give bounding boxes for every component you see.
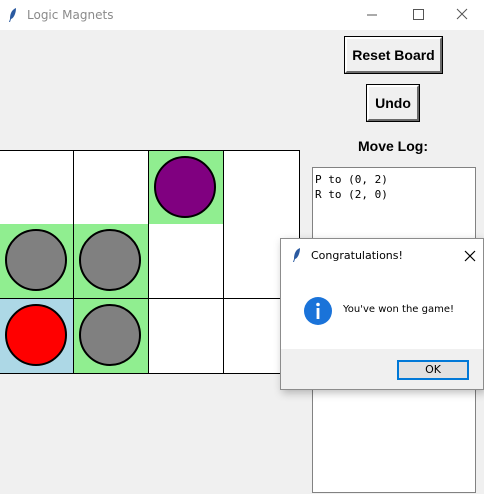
board-cell[interactable] [0, 150, 74, 225]
dialog-title-bar: Congratulations! [281, 239, 483, 271]
board-cell[interactable] [149, 224, 224, 299]
gray-piece[interactable] [5, 229, 67, 291]
info-icon [304, 297, 332, 325]
gray-piece[interactable] [79, 229, 141, 291]
feather-icon [293, 248, 300, 262]
board-cell[interactable] [224, 150, 300, 225]
maximize-button[interactable] [396, 0, 440, 30]
close-button[interactable] [440, 0, 484, 30]
maximize-icon [413, 9, 424, 20]
board-cell[interactable] [74, 224, 149, 299]
window-title: Logic Magnets [27, 8, 114, 22]
reset-board-button[interactable]: Reset Board [344, 36, 443, 74]
board-cell[interactable] [0, 299, 74, 374]
close-icon [456, 8, 468, 20]
minimize-icon [367, 14, 377, 16]
gray-piece[interactable] [79, 304, 141, 366]
red-piece[interactable] [5, 304, 67, 366]
purple-piece[interactable] [154, 156, 216, 218]
move-log-entry: R to (2, 0) [315, 188, 388, 201]
move-log-label: Move Log: [358, 138, 428, 154]
dialog-close-button[interactable] [459, 245, 481, 267]
dialog-title: Congratulations! [311, 249, 403, 262]
board-cell[interactable] [149, 150, 224, 225]
feather-icon [9, 8, 16, 22]
close-icon [464, 250, 476, 262]
dialog-footer: OK [281, 349, 483, 389]
undo-button[interactable]: Undo [366, 84, 420, 122]
board-cell[interactable] [74, 299, 149, 374]
game-board [0, 150, 300, 375]
move-log-entry: P to (0, 2) [315, 173, 388, 186]
ok-button[interactable]: OK [397, 360, 469, 380]
board-cell[interactable] [149, 299, 224, 374]
dialog-message: You've won the game! [343, 304, 455, 315]
title-bar: Logic Magnets [0, 0, 484, 30]
congratulations-dialog: Congratulations! You've won the game! OK [280, 238, 484, 390]
minimize-button[interactable] [350, 0, 394, 30]
board-cell[interactable] [74, 150, 149, 225]
board-cell[interactable] [0, 224, 74, 299]
